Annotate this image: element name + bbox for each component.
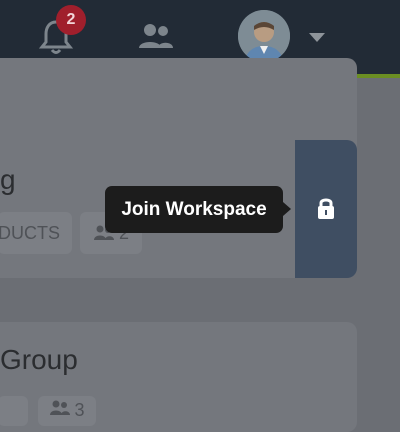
people-button[interactable] [136, 22, 176, 52]
members-count: 3 [74, 400, 85, 420]
avatar-image [238, 10, 290, 62]
tooltip-arrow [283, 202, 291, 216]
chevron-down-icon[interactable] [309, 33, 325, 42]
people-icon [139, 24, 173, 48]
workspace-card-title: g [0, 164, 16, 195]
workspace-card-title: Group [0, 344, 78, 375]
user-avatar[interactable] [238, 10, 290, 62]
lock-icon [318, 198, 334, 219]
workspace-card-category-tag: DUCTS [0, 212, 72, 254]
workspace-card-members-tag: 3 [38, 396, 96, 426]
workspace-card-category-tag [0, 396, 28, 426]
join-workspace-tooltip: Join Workspace [105, 186, 283, 233]
notification-count-badge: 2 [56, 5, 86, 35]
